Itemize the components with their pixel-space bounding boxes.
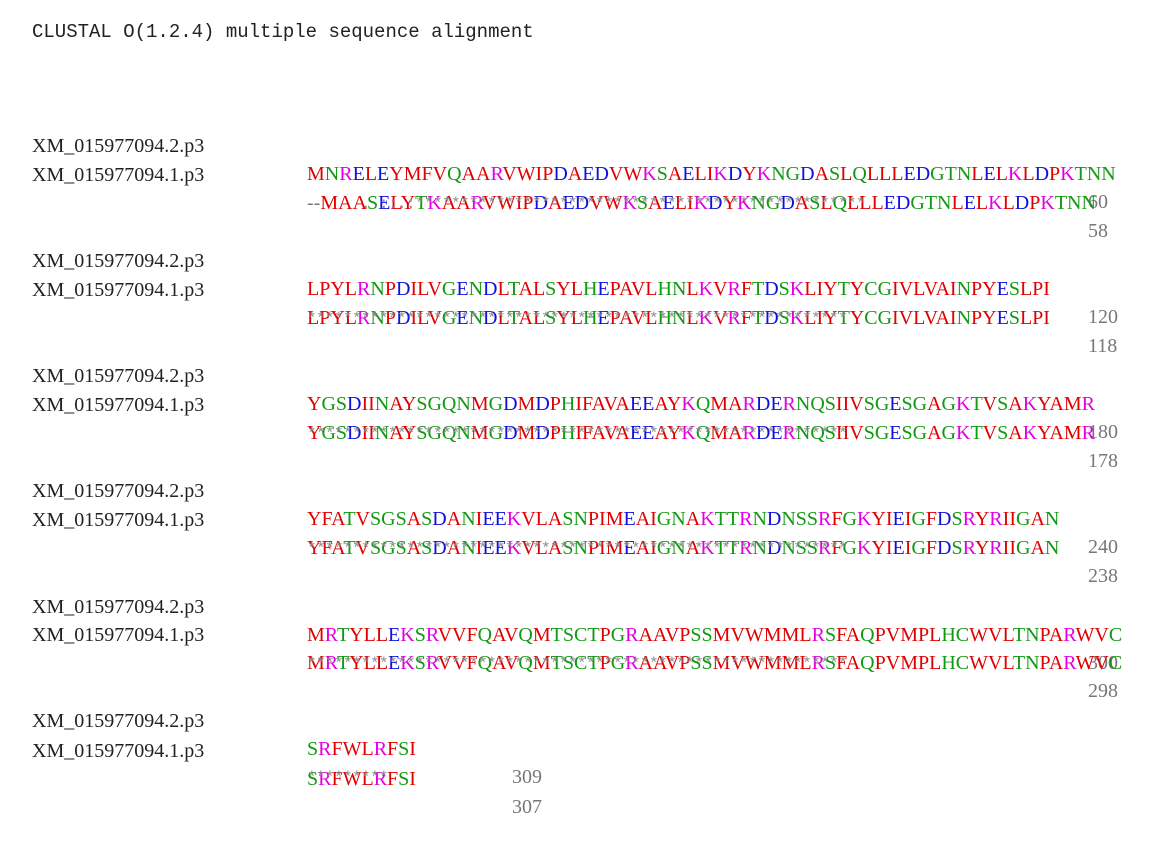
sequence-name: XM_015977094.2.p3 <box>32 250 205 272</box>
position-number: 120 <box>1088 306 1118 328</box>
sequence-row: XM_015977094.1.p3 YGSDIINAYSGQNMGDMDPHIF… <box>0 363 1118 472</box>
sequence-residues: MRTYLLEKSRVVFQAVQMTSCTPGRAAVPSSMVWMMLRSF… <box>307 624 1123 646</box>
consensus-line: ****************************************… <box>307 425 848 443</box>
consensus-row: ****************************************… <box>0 392 848 443</box>
sequence-name: XM_015977094.2.p3 <box>32 135 205 157</box>
consensus-line: ****************************************… <box>307 655 848 673</box>
consensus-line: ****************************************… <box>307 540 848 558</box>
sequence-row: XM_015977094.1.p3 YFATVSGSASDANIEEKVLASN… <box>0 478 1118 587</box>
sequence-row: XM_015977094.1.p3 LPYLRNPDILVGENDLTALSYL… <box>0 248 1117 357</box>
sequence-residues: LPYLRNPDILVGENDLTALSYLHEPAVLHNLKVRFTDSKL… <box>307 278 1050 300</box>
sequence-residues: YGSDIINAYSGQNMGDMDPHIFAVAEEAYKQMARDERNQS… <box>307 393 1095 415</box>
position-number: 309 <box>512 766 542 788</box>
sequence-row: XM_015977094.1.p3 MRTYLLEKSRVVFQAVQMTSCT… <box>0 593 1122 702</box>
position-number: 58 <box>1088 220 1108 242</box>
sequence-name: XM_015977094.2.p3 <box>32 710 205 732</box>
sequence-residues: YFATVSGSASDANIEEKVLASNPIMEAIGNAKTTRNDNSS… <box>307 508 1060 530</box>
consensus-line: . ::.:**********************************… <box>307 195 866 213</box>
consensus-row: ****************************************… <box>0 507 848 558</box>
consensus-row: ****************************************… <box>0 277 848 328</box>
sequence-row: XM_015977094.1.p3 SRFWLRFSI 307 <box>0 709 542 818</box>
position-number: 178 <box>1088 450 1118 472</box>
position-number: 240 <box>1088 536 1118 558</box>
consensus-row: ********* <box>0 736 389 787</box>
position-number: 298 <box>1088 680 1118 702</box>
consensus-row: . ::.:**********************************… <box>0 162 866 213</box>
sequence-name: XM_015977094.2.p3 <box>32 365 205 387</box>
sequence-row: XM_015977094.1.p3 --MAASELYTKAARVWIPDAED… <box>0 133 1108 242</box>
sequence-row: XM_015977094.2.p3 MNRELEYMFVQAARVWIPDAED… <box>0 104 1116 213</box>
sequence-residues: MNRELEYMFVQAARVWIPDAEDVWKSAELIKDYKNGDASL… <box>307 163 1116 185</box>
position-number: 307 <box>512 796 542 818</box>
sequence-row: XM_015977094.2.p3 SRFWLRFSI 309 <box>0 679 542 788</box>
consensus-line: ****************************************… <box>307 310 848 328</box>
sequence-row: XM_015977094.2.p3 YFATVSGSASDANIEEKVLASN… <box>0 449 1118 558</box>
consensus-line: ********* <box>307 769 389 787</box>
sequence-residues: SRFWLRFSI <box>307 738 416 760</box>
position-number: 118 <box>1088 335 1118 357</box>
sequence-name: XM_015977094.1.p3 <box>32 279 205 301</box>
sequence-name: XM_015977094.1.p3 <box>32 394 205 416</box>
consensus-row: ****************************************… <box>0 622 848 673</box>
sequence-name: XM_015977094.1.p3 <box>32 624 205 646</box>
sequence-name: XM_015977094.1.p3 <box>32 164 205 186</box>
sequence-name: XM_015977094.1.p3 <box>32 509 205 531</box>
sequence-name: XM_015977094.1.p3 <box>32 740 205 762</box>
sequence-row: XM_015977094.2.p3 YGSDIINAYSGQNMGDMDPHIF… <box>0 334 1118 443</box>
position-number: 238 <box>1088 565 1118 587</box>
alignment-title: CLUSTAL O(1.2.4) multiple sequence align… <box>32 21 534 43</box>
sequence-name: XM_015977094.2.p3 <box>32 596 205 618</box>
sequence-name: XM_015977094.2.p3 <box>32 480 205 502</box>
sequence-row: XM_015977094.2.p3 LPYLRNPDILVGENDLTALSYL… <box>0 219 1118 328</box>
sequence-row: XM_015977094.2.p3 MRTYLLEKSRVVFQAVQMTSCT… <box>0 565 1122 674</box>
